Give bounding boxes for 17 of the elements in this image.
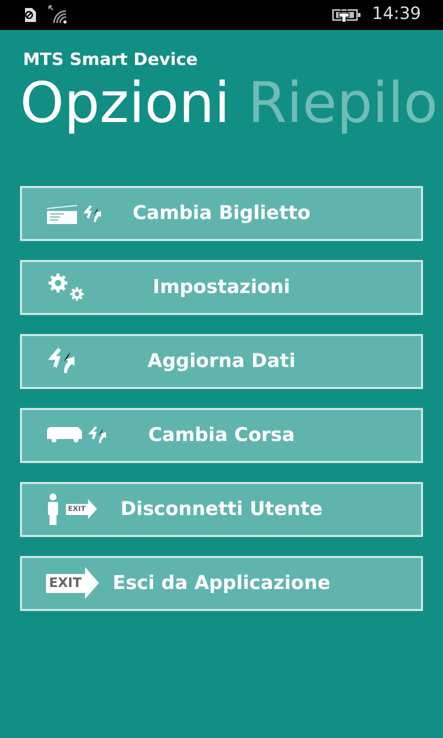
menu-button[interactable]: Cambia Corsa [20,408,423,462]
arrow-icon [88,499,97,519]
clock-time: 14:39 [372,3,421,26]
menu-button[interactable]: Impostazioni [20,260,423,314]
bus-refresh-icon [46,425,108,445]
pivot-header[interactable]: Opzioni [20,76,230,132]
menu-button[interactable]: EXIT Esci da Applicazione [20,556,423,610]
exit-sign: EXIT [46,574,85,592]
person-icon [46,493,60,525]
menu-button[interactable]: Aggiorna Dati [20,334,423,388]
battery-charging-icon [332,8,362,22]
app-title: MTS Smart Device [23,49,199,72]
menu-button[interactable]: Cambia Biglietto [20,186,423,240]
sim-icon [22,7,38,23]
pivot-header[interactable]: Riepilo [248,76,438,132]
signal-icon [48,5,68,25]
arrow-icon [84,567,99,599]
